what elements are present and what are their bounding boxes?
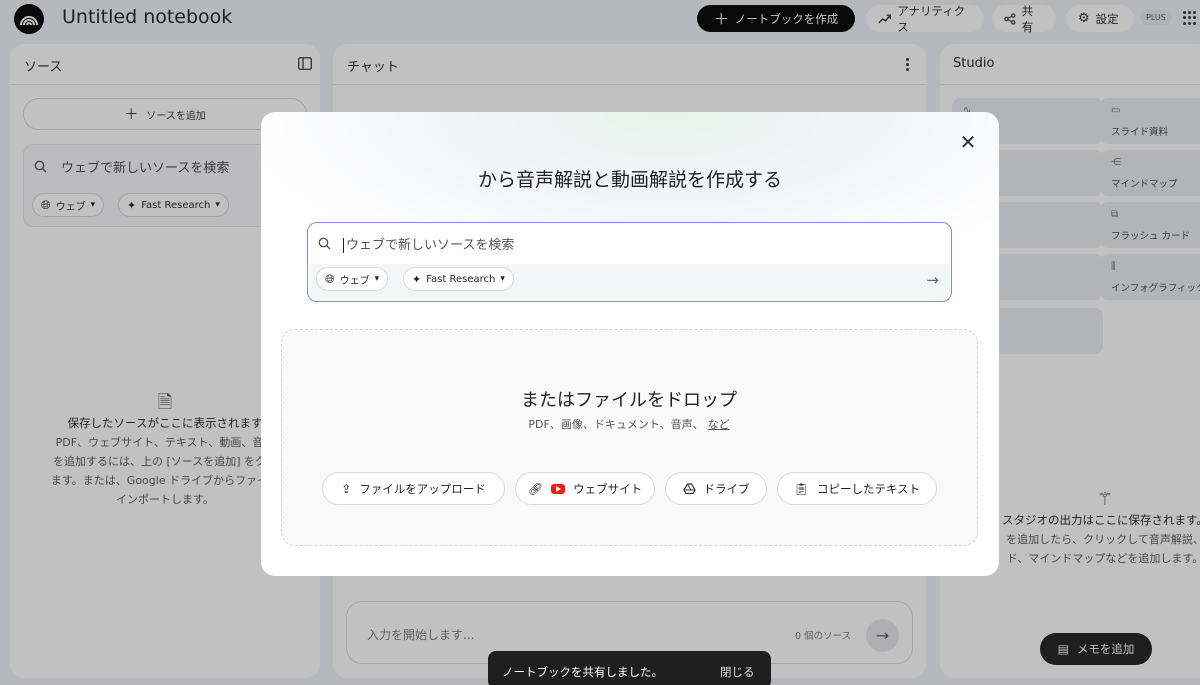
search-icon (318, 237, 331, 250)
file-dropzone[interactable]: またはファイルをドロップ PDF、画像、ドキュメント、音声、 など ⇪ ファイルを… (281, 329, 978, 546)
google-drive-icon (682, 482, 696, 494)
web-search-placeholder: ウェブで新しいソースを検索 (346, 238, 515, 253)
clipboard-icon: 📋︎ (793, 481, 810, 496)
dropzone-title: またはファイルをドロップ (521, 390, 737, 411)
upload-icon: ⇪ (341, 481, 352, 496)
web-search-input[interactable]: ウェブで新しいソースを検索 (318, 234, 514, 253)
copied-text-label: コピーしたテキスト (817, 481, 921, 496)
dialog-title: から音声解説と動画解説を作成する (477, 169, 782, 191)
snackbar-close-button[interactable]: 閉じる (720, 664, 755, 680)
chevron-down-icon: ▾ (374, 274, 380, 284)
upload-file-button[interactable]: ⇪ ファイルをアップロード (322, 472, 505, 505)
youtube-icon (551, 483, 566, 494)
text-cursor (343, 238, 344, 253)
research-chip-label: Fast Research (426, 273, 496, 285)
research-mode-chip[interactable]: ✦ Fast Research ▾ (403, 267, 514, 291)
snackbar: ノートブックを共有しました。 閉じる (488, 651, 771, 685)
snackbar-message: ノートブックを共有しました。 (502, 665, 663, 679)
sparkle-search-icon: ✦ (412, 272, 422, 286)
web-search-box: ウェブで新しいソースを検索 🌐︎ ウェブ ▾ ✦ Fast Research ▾… (307, 222, 952, 302)
more-types-link[interactable]: など (708, 418, 730, 431)
drive-label: ドライブ (703, 481, 750, 496)
website-button[interactable]: 🔗︎ ウェブサイト (515, 472, 655, 505)
upload-file-label: ファイルをアップロード (359, 481, 486, 496)
web-chip-label: ウェブ (339, 275, 370, 287)
copied-text-button[interactable]: 📋︎ コピーしたテキスト (777, 472, 937, 505)
website-label: ウェブサイト (573, 481, 643, 496)
link-icon: 🔗︎ (527, 481, 544, 496)
dropzone-subtitle: PDF、画像、ドキュメント、音声、 など (282, 416, 976, 432)
add-sources-dialog: ✕ から音声解説と動画解説を作成する ウェブで新しいソースを検索 🌐︎ ウェブ … (261, 112, 999, 576)
close-icon[interactable]: ✕ (958, 132, 978, 152)
chevron-down-icon: ▾ (500, 274, 505, 284)
supported-types: PDF、画像、ドキュメント、音声、 (528, 418, 704, 431)
globe-icon: 🌐︎ (325, 271, 335, 286)
web-source-chip[interactable]: 🌐︎ ウェブ ▾ (316, 267, 389, 291)
submit-arrow-icon[interactable]: → (926, 271, 939, 289)
drive-button[interactable]: ドライブ (665, 472, 767, 505)
